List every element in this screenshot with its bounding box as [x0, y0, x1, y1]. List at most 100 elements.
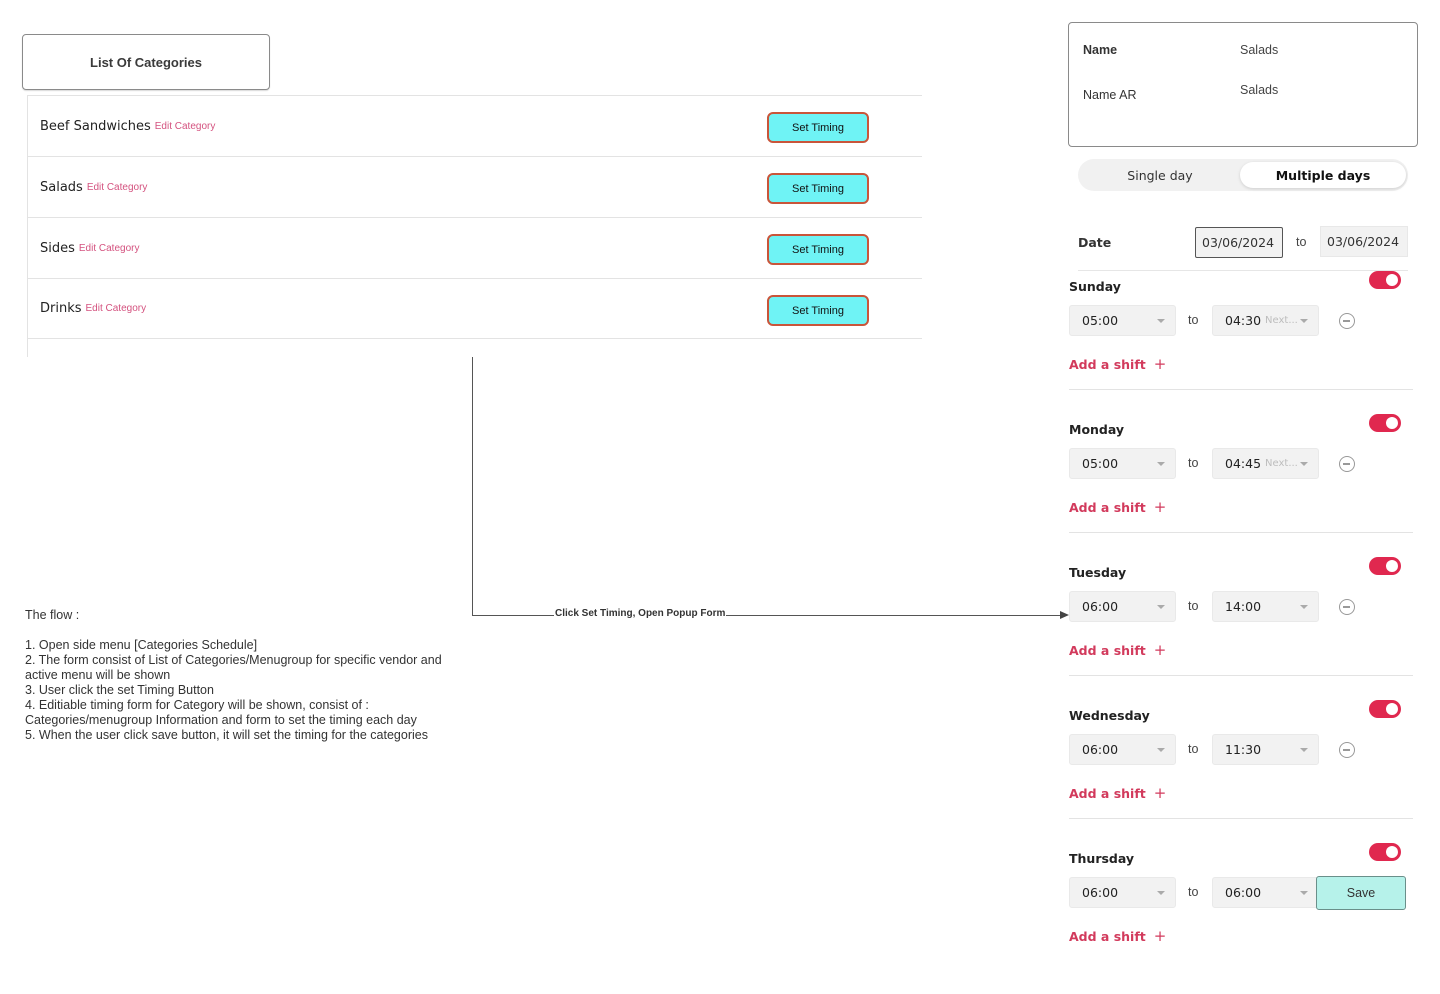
shift-start-select[interactable]: 06:00	[1069, 877, 1176, 908]
single-day-option[interactable]: Single day	[1080, 162, 1240, 188]
date-to-input[interactable]: 03/06/2024	[1320, 226, 1408, 257]
category-name: Sides	[40, 240, 75, 256]
add-shift-label: Add a shift	[1069, 500, 1146, 515]
name-ar-label: Name AR	[1083, 88, 1137, 102]
toggle-knob	[1386, 703, 1398, 715]
add-shift-button[interactable]: Add a shift +	[1069, 355, 1166, 373]
remove-shift-icon[interactable]	[1339, 599, 1355, 615]
set-timing-button[interactable]: Set Timing	[767, 112, 869, 143]
day-block-monday: Monday 05:00 to 04:45 Next... Add a shift…	[1069, 414, 1413, 565]
divider	[1069, 818, 1413, 819]
remove-shift-icon[interactable]	[1339, 742, 1355, 758]
shift-start-value: 06:00	[1082, 599, 1119, 614]
add-shift-label: Add a shift	[1069, 643, 1146, 658]
remove-shift-icon[interactable]	[1339, 456, 1355, 472]
day-block-sunday: Sunday 05:00 to 04:30 Next... Add a shift…	[1069, 271, 1413, 422]
add-shift-button[interactable]: Add a shift +	[1069, 498, 1166, 516]
edit-category-link[interactable]: Edit Category	[79, 243, 140, 254]
day-enabled-toggle[interactable]	[1369, 271, 1401, 289]
day-name: Sunday	[1069, 279, 1121, 294]
caret-down-icon	[1300, 748, 1308, 752]
date-label: Date	[1078, 235, 1112, 250]
category-list: Beef Sandwiches Edit Category Set Timing…	[28, 95, 922, 339]
day-enabled-toggle[interactable]	[1369, 414, 1401, 432]
shift-start-value: 06:00	[1082, 742, 1119, 757]
to-label: to	[1188, 313, 1199, 327]
edit-category-link[interactable]: Edit Category	[87, 182, 148, 193]
shift-end-value: 04:30	[1225, 313, 1262, 328]
remove-shift-icon[interactable]	[1339, 313, 1355, 329]
shift-start-value: 05:00	[1082, 313, 1119, 328]
toggle-knob	[1386, 846, 1398, 858]
divider	[1069, 389, 1413, 390]
name-ar-value: Salads	[1240, 83, 1279, 97]
to-label: to	[1188, 456, 1199, 470]
plus-icon: +	[1153, 927, 1167, 945]
shift-end-select[interactable]: 06:00	[1212, 877, 1319, 908]
category-name: Drinks	[40, 301, 82, 316]
category-name: Salads	[40, 179, 83, 195]
add-shift-button[interactable]: Add a shift +	[1069, 641, 1166, 659]
toggle-knob	[1386, 560, 1398, 572]
shift-end-select[interactable]: 14:00	[1212, 591, 1319, 622]
shift-end-value: 11:30	[1225, 742, 1262, 757]
shift-start-select[interactable]: 06:00	[1069, 734, 1176, 765]
caret-down-icon	[1157, 319, 1165, 323]
day-enabled-toggle[interactable]	[1369, 557, 1401, 575]
day-block-tuesday: Tuesday 06:00 to 14:00 Add a shift +	[1069, 557, 1413, 708]
shift-end-value: 14:00	[1225, 599, 1262, 614]
flow-notes: The flow : 1. Open side menu [Categories…	[25, 608, 442, 742]
shift-end-value: 04:45	[1225, 456, 1262, 471]
day-enabled-toggle[interactable]	[1369, 700, 1401, 718]
day-enabled-toggle[interactable]	[1369, 843, 1401, 861]
save-button[interactable]: Save	[1316, 876, 1406, 910]
caret-down-icon	[1300, 319, 1308, 323]
day-name: Thursday	[1069, 851, 1135, 866]
add-shift-label: Add a shift	[1069, 357, 1146, 372]
edit-category-link[interactable]: Edit Category	[86, 303, 147, 314]
connector-line-vertical	[472, 357, 473, 615]
caret-down-icon	[1300, 605, 1308, 609]
multiple-days-option[interactable]: Multiple days	[1240, 162, 1406, 188]
divider	[1069, 532, 1413, 533]
caret-down-icon	[1300, 891, 1308, 895]
caret-down-icon	[1157, 748, 1165, 752]
shift-end-select[interactable]: 11:30	[1212, 734, 1319, 765]
category-row: Beef Sandwiches Edit Category Set Timing	[28, 95, 922, 156]
date-to-label: to	[1296, 235, 1307, 249]
next-day-hint: Next...	[1265, 458, 1298, 469]
category-info-card: Name Salads Name AR Salads	[1068, 22, 1418, 147]
divider	[1069, 675, 1413, 676]
next-day-hint: Next...	[1265, 315, 1298, 326]
set-timing-button[interactable]: Set Timing	[767, 295, 869, 326]
to-label: to	[1188, 599, 1199, 613]
category-name: Beef Sandwiches	[40, 118, 151, 134]
connector-label: Click Set Timing, Open Popup Form	[554, 608, 727, 619]
caret-down-icon	[1157, 462, 1165, 466]
set-timing-button[interactable]: Set Timing	[767, 234, 869, 265]
to-label: to	[1188, 885, 1199, 899]
shift-end-value: 06:00	[1225, 885, 1262, 900]
arrow-right-icon	[1060, 611, 1069, 619]
name-label: Name	[1083, 43, 1118, 57]
shift-start-select[interactable]: 06:00	[1069, 591, 1176, 622]
day-name: Wednesday	[1069, 708, 1150, 723]
set-timing-button[interactable]: Set Timing	[767, 173, 869, 204]
day-mode-toggle: Single day Multiple days	[1078, 159, 1408, 191]
category-row: Salads Edit Category Set Timing	[28, 156, 922, 217]
add-shift-button[interactable]: Add a shift +	[1069, 927, 1166, 945]
add-shift-button[interactable]: Add a shift +	[1069, 784, 1166, 802]
day-name: Monday	[1069, 422, 1125, 437]
edit-category-link[interactable]: Edit Category	[155, 121, 216, 132]
shift-end-select[interactable]: 04:30 Next...	[1212, 305, 1319, 336]
add-shift-label: Add a shift	[1069, 786, 1146, 801]
toggle-knob	[1386, 417, 1398, 429]
category-row: Sides Edit Category Set Timing	[28, 217, 922, 278]
category-row: Drinks Edit Category Set Timing	[28, 278, 922, 339]
day-block-thursday: Thursday 06:00 to 06:00 Save Add a shift…	[1069, 843, 1413, 994]
date-from-input[interactable]: 03/06/2024	[1195, 227, 1283, 258]
shift-end-select[interactable]: 04:45 Next...	[1212, 448, 1319, 479]
shift-start-select[interactable]: 05:00	[1069, 305, 1176, 336]
shift-start-select[interactable]: 05:00	[1069, 448, 1176, 479]
day-block-wednesday: Wednesday 06:00 to 11:30 Add a shift +	[1069, 700, 1413, 851]
